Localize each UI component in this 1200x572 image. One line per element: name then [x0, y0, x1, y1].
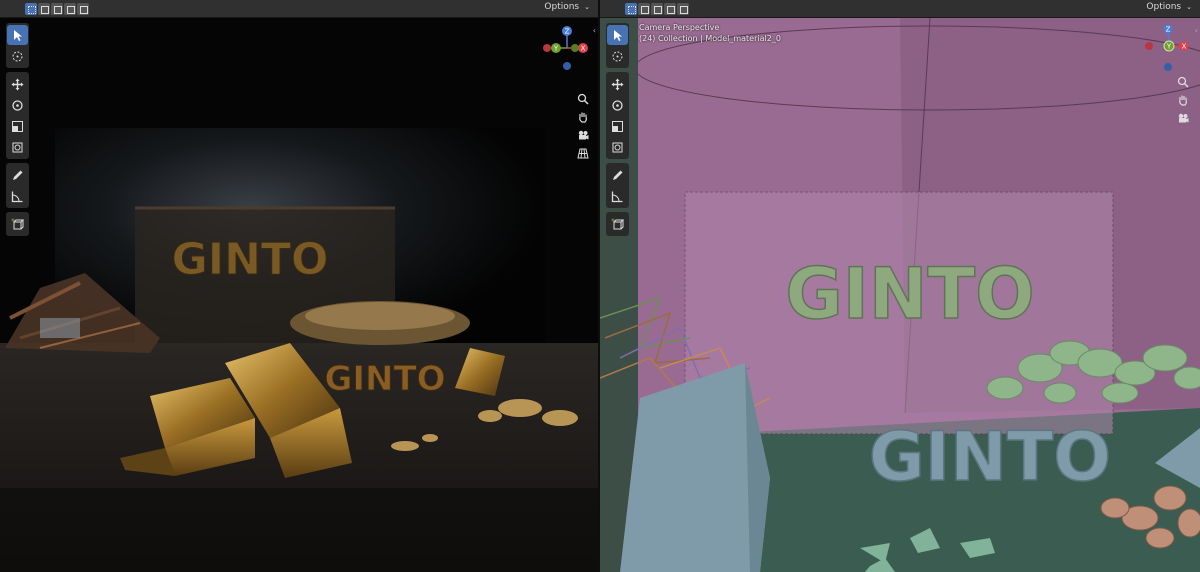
transform-tool[interactable]: [607, 137, 628, 157]
transform-icon: [612, 142, 623, 152]
annotate-tool[interactable]: [7, 165, 28, 185]
pencil-icon: [13, 170, 23, 180]
rotate-tool[interactable]: [7, 95, 28, 115]
view-name-text: Camera Perspective: [639, 23, 720, 32]
magnifier-icon: [577, 93, 589, 105]
move-icon: [611, 78, 624, 90]
tool-shelf: [606, 23, 629, 240]
viewport-right[interactable]: Options ⌄ GINTO GINTO Camera Perspective…: [600, 0, 1200, 572]
scale-tool[interactable]: [7, 116, 28, 136]
scale-icon: [612, 120, 623, 132]
selection-mode-group: [25, 3, 89, 15]
select-subtract-mode-button[interactable]: [51, 3, 63, 15]
scale-icon: [12, 120, 23, 132]
add-cube-icon: [11, 218, 24, 229]
camera-view-button[interactable]: [575, 127, 591, 143]
options-label: Options: [1146, 2, 1182, 12]
camera-view-button[interactable]: [1175, 110, 1191, 126]
svg-text:Y: Y: [1166, 43, 1172, 51]
sidebar-toggle-icon[interactable]: ‹: [593, 26, 596, 35]
svg-text:Z: Z: [565, 28, 570, 36]
floor-ginto-text: GINTO: [869, 418, 1111, 497]
viewport-header: Options ⌄: [600, 0, 1200, 18]
measure-tool[interactable]: [607, 186, 628, 206]
chevron-down-icon: ⌄: [1186, 3, 1192, 11]
pan-button[interactable]: [575, 109, 591, 125]
select-subtract-mode-button[interactable]: [651, 3, 663, 15]
select-invert-mode-button[interactable]: [664, 3, 676, 15]
viewport-info: Camera Perspective (24) Collection | Mod…: [639, 22, 781, 44]
wall-ginto-text: GINTO: [785, 253, 1034, 335]
grid-icon: [577, 148, 589, 159]
ruler-icon: [11, 191, 23, 202]
transform-tool[interactable]: [7, 137, 28, 157]
hand-icon: [579, 112, 587, 123]
selection-mode-group: [625, 3, 689, 15]
select-new-mode-button[interactable]: [625, 3, 637, 15]
pan-button[interactable]: [1175, 92, 1191, 108]
navigation-gizmo[interactable]: Z Y X: [1144, 24, 1200, 74]
select-intersect-mode-button[interactable]: [77, 3, 89, 15]
rotate-icon: [12, 99, 23, 111]
rotate-icon: [612, 99, 623, 111]
blender-app: Options ⌄ GINTO GINTO Z Y X ‹ Options ⌄ …: [0, 0, 1200, 572]
3d-cursor-icon: [12, 51, 23, 61]
add-cube-tool[interactable]: [607, 214, 628, 234]
rendered-scene: GINTO GINTO: [0, 18, 598, 572]
ortho-toggle-button[interactable]: [575, 145, 591, 161]
floor-ginto-text: GINTO: [324, 359, 445, 399]
select-extend-mode-button[interactable]: [638, 3, 650, 15]
options-dropdown[interactable]: Options ⌄: [544, 2, 590, 12]
3d-cursor-icon: [612, 51, 623, 61]
transform-icon: [12, 142, 23, 152]
viewport-left[interactable]: Options ⌄ GINTO GINTO Z Y X ‹: [0, 0, 598, 572]
sidebar-toggle-icon[interactable]: ‹: [1195, 26, 1198, 35]
camera-icon: [1178, 113, 1189, 123]
tool-shelf: [6, 23, 29, 240]
svg-text:Y: Y: [553, 45, 559, 53]
options-dropdown[interactable]: Options ⌄: [1146, 2, 1192, 12]
measure-tool[interactable]: [7, 186, 28, 206]
cursor-arrow-icon: [614, 29, 622, 41]
select-box-tool[interactable]: [607, 25, 628, 45]
select-invert-mode-button[interactable]: [64, 3, 76, 15]
cursor-arrow-icon: [14, 29, 22, 41]
move-tool[interactable]: [607, 74, 628, 94]
select-new-mode-button[interactable]: [25, 3, 37, 15]
rotate-tool[interactable]: [607, 95, 628, 115]
navigation-controls: [575, 91, 591, 161]
magnifier-icon: [1177, 76, 1189, 88]
move-tool[interactable]: [7, 74, 28, 94]
navigation-controls: [1175, 74, 1191, 126]
chevron-down-icon: ⌄: [584, 3, 590, 11]
svg-text:Z: Z: [1166, 26, 1171, 34]
options-label: Options: [544, 2, 580, 12]
select-extend-mode-button[interactable]: [38, 3, 50, 15]
ruler-icon: [611, 191, 623, 202]
cursor-tool[interactable]: [7, 46, 28, 66]
add-cube-tool[interactable]: [7, 214, 28, 234]
annotate-tool[interactable]: [607, 165, 628, 185]
camera-icon: [578, 130, 589, 140]
select-box-tool[interactable]: [7, 25, 28, 45]
zoom-button[interactable]: [1175, 74, 1191, 90]
pencil-icon: [613, 170, 623, 180]
svg-text:X: X: [1182, 43, 1187, 51]
cursor-tool[interactable]: [607, 46, 628, 66]
select-intersect-mode-button[interactable]: [677, 3, 689, 15]
zoom-button[interactable]: [575, 91, 591, 107]
solid-scene: GINTO GINTO: [600, 18, 1200, 572]
svg-text:X: X: [581, 45, 586, 53]
wall-ginto-text: GINTO: [172, 234, 329, 285]
add-cube-icon: [611, 218, 624, 229]
scale-tool[interactable]: [607, 116, 628, 136]
collection-object-text: (24) Collection | Model_material2_0: [639, 34, 781, 43]
viewport-header: Options ⌄: [0, 0, 598, 18]
hand-icon: [1179, 95, 1187, 106]
navigation-gizmo[interactable]: Z Y X: [543, 24, 591, 72]
move-icon: [11, 78, 24, 90]
